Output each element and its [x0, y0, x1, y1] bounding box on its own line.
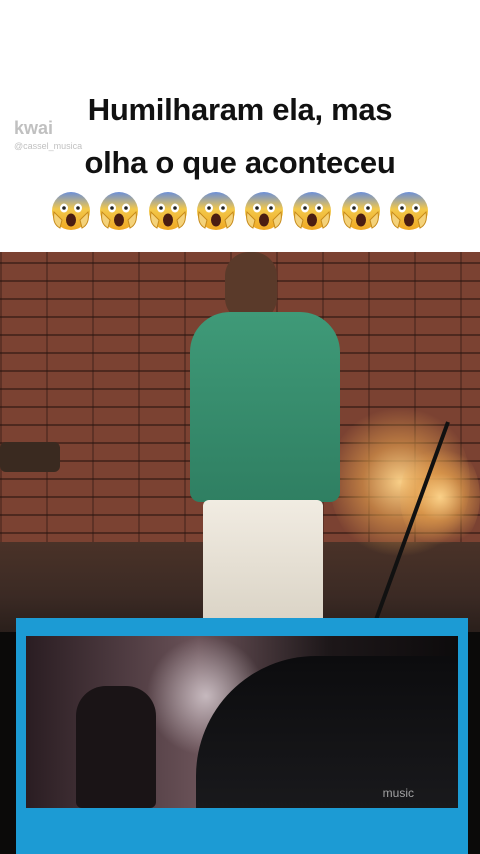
singer-pants [203, 500, 323, 630]
singer [190, 312, 340, 502]
inset-watermark: music [382, 786, 414, 800]
wall-light [400, 442, 480, 552]
inset-video: music [26, 636, 458, 808]
screaming-face-icon [147, 190, 189, 232]
screaming-face-icon [98, 190, 140, 232]
screaming-face-icon [195, 190, 237, 232]
screaming-face-icon [291, 190, 333, 232]
caption-area: Humilharam ela, mas olha o que aconteceu… [0, 0, 480, 252]
screaming-face-icon [388, 190, 430, 232]
screaming-face-icon [340, 190, 382, 232]
kwai-logo: kwai [14, 118, 54, 138]
screaming-face-icon [243, 190, 285, 232]
video-player[interactable]: music [0, 252, 480, 854]
pianist [76, 686, 156, 808]
main-video-frame [0, 252, 480, 632]
watermark-username: @cassel_musica [14, 141, 83, 151]
kwai-watermark: kwai @cassel_musica [14, 118, 82, 151]
emoji-row [50, 190, 430, 234]
screaming-face-icon [50, 190, 92, 232]
inset-video-frame: music [16, 618, 468, 854]
guitar [0, 442, 60, 472]
